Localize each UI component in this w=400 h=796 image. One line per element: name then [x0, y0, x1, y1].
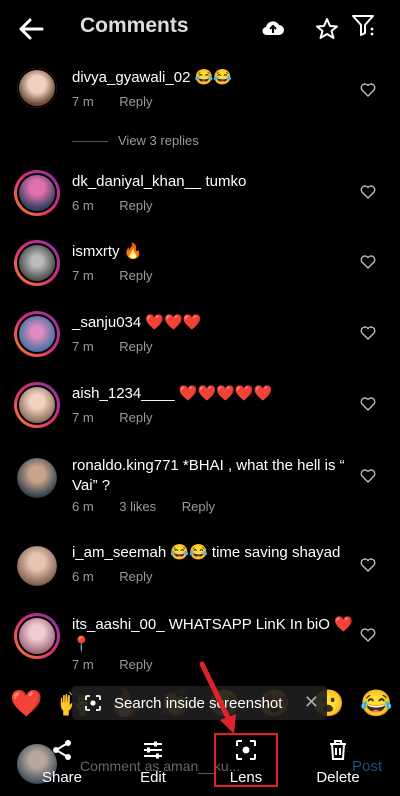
comment-time: 6 m	[72, 499, 94, 514]
avatar[interactable]	[14, 240, 60, 286]
reply-button[interactable]: Reply	[119, 339, 152, 354]
share-label: Share	[41, 769, 83, 786]
reply-button[interactable]: Reply	[119, 657, 152, 672]
comment-meta: 6 m 3 likes Reply	[72, 499, 237, 514]
edit-label: Edit	[140, 769, 166, 786]
comment-text: ❤️❤️❤️	[141, 314, 202, 331]
comment-username[interactable]: aish_1234____	[72, 385, 175, 402]
reply-button[interactable]: Reply	[119, 410, 152, 425]
comment-time: 6 m	[72, 198, 94, 213]
avatar[interactable]	[17, 68, 57, 108]
comment-username[interactable]: ismxrty	[72, 243, 120, 260]
heart-icon[interactable]	[360, 325, 376, 341]
edit-button[interactable]: Edit	[117, 738, 189, 786]
comment-text-line: its_aashi_00_ WHATSAPP LinK In biO ❤️📍	[72, 615, 356, 655]
reply-button[interactable]: Reply	[119, 198, 152, 213]
annotation-arrow-icon	[199, 661, 236, 734]
avatar[interactable]	[14, 382, 60, 428]
emoji-button[interactable]: 😂	[360, 688, 392, 719]
comment-time: 7 m	[72, 94, 94, 109]
comment-meta: 7 m Reply	[72, 657, 175, 672]
comment-time: 6 m	[72, 569, 94, 584]
comment-time: 7 m	[72, 410, 94, 425]
share-icon	[53, 740, 71, 760]
lens-icon	[85, 695, 101, 711]
comment-username[interactable]: divya_gyawali_02	[72, 69, 190, 86]
heart-icon[interactable]	[360, 557, 376, 573]
comment-meta: 7 m Reply	[72, 410, 175, 425]
comment-username[interactable]: _sanju034	[72, 314, 141, 331]
view-replies-label: View 3 replies	[118, 133, 199, 148]
heart-icon[interactable]	[360, 184, 376, 200]
comment-meta: 6 m Reply	[72, 198, 175, 213]
avatar[interactable]	[14, 170, 60, 216]
comment-text-line: divya_gyawali_02 😂😂	[72, 68, 356, 88]
reply-button[interactable]: Reply	[119, 94, 152, 109]
heart-icon[interactable]	[360, 82, 376, 98]
sliders-icon	[144, 741, 162, 759]
comment-text-line: ismxrty 🔥	[72, 242, 356, 262]
comment-text-line: aish_1234____ ❤️❤️❤️❤️❤️	[72, 384, 356, 404]
cloud-upload-icon[interactable]	[260, 16, 286, 42]
delete-button[interactable]: Delete	[302, 738, 374, 786]
comment-text-line: i_am_seemah 😂😂 time saving shayad	[72, 543, 356, 563]
avatar[interactable]	[14, 311, 60, 357]
divider-line	[72, 141, 108, 143]
heart-icon[interactable]	[360, 627, 376, 643]
filter-icon[interactable]	[350, 12, 376, 38]
comment-text: 🔥	[119, 243, 143, 260]
comment-username[interactable]: its_aashi_00_	[72, 616, 165, 633]
emoji-button[interactable]: ❤️	[10, 688, 42, 719]
delete-label: Delete	[316, 769, 360, 786]
comment-text: ❤️❤️❤️❤️❤️	[174, 385, 273, 402]
comment-meta: 7 m Reply	[72, 94, 175, 109]
comment-text-line: dk_daniyal_khan__ tumko	[72, 172, 356, 192]
comment-text: 😂😂	[190, 69, 232, 86]
heart-icon[interactable]	[360, 468, 376, 484]
comment-text: 😂😂 time saving shayad	[166, 544, 341, 561]
comment-username[interactable]: dk_daniyal_khan__	[72, 173, 201, 190]
reply-button[interactable]: Reply	[182, 499, 215, 514]
comment-time: 7 m	[72, 657, 94, 672]
avatar[interactable]	[14, 613, 60, 659]
heart-icon[interactable]	[360, 396, 376, 412]
star-icon[interactable]	[314, 16, 340, 42]
comment-meta: 7 m Reply	[72, 339, 175, 354]
comment-meta: 6 m Reply	[72, 569, 175, 584]
trash-icon	[330, 740, 346, 760]
header: Comments	[0, 0, 400, 56]
bottom-bar: Comment as aman__ku... Post Share Edit L…	[0, 730, 400, 796]
comment-username[interactable]: ronaldo.king771	[72, 457, 179, 474]
avatar[interactable]	[17, 458, 57, 498]
comment-text: tumko	[201, 173, 247, 190]
comment-time: 7 m	[72, 268, 94, 283]
comment-likes[interactable]: 3 likes	[119, 499, 156, 514]
view-replies-button[interactable]: View 3 replies	[72, 133, 199, 148]
avatar[interactable]	[17, 546, 57, 586]
back-arrow-icon[interactable]	[16, 14, 46, 44]
lens-highlight-box	[214, 733, 278, 787]
comment-text-line: _sanju034 ❤️❤️❤️	[72, 313, 356, 333]
close-icon[interactable]: ✕	[304, 692, 319, 713]
reply-button[interactable]: Reply	[119, 268, 152, 283]
heart-icon[interactable]	[360, 254, 376, 270]
comment-username[interactable]: i_am_seemah	[72, 544, 166, 561]
reply-button[interactable]: Reply	[119, 569, 152, 584]
comment-time: 7 m	[72, 339, 94, 354]
share-button[interactable]: Share	[26, 738, 98, 786]
page-title: Comments	[80, 14, 189, 37]
comment-meta: 7 m Reply	[72, 268, 175, 283]
comment-text-line: ronaldo.king771 *BHAI , what the hell is…	[72, 456, 356, 496]
